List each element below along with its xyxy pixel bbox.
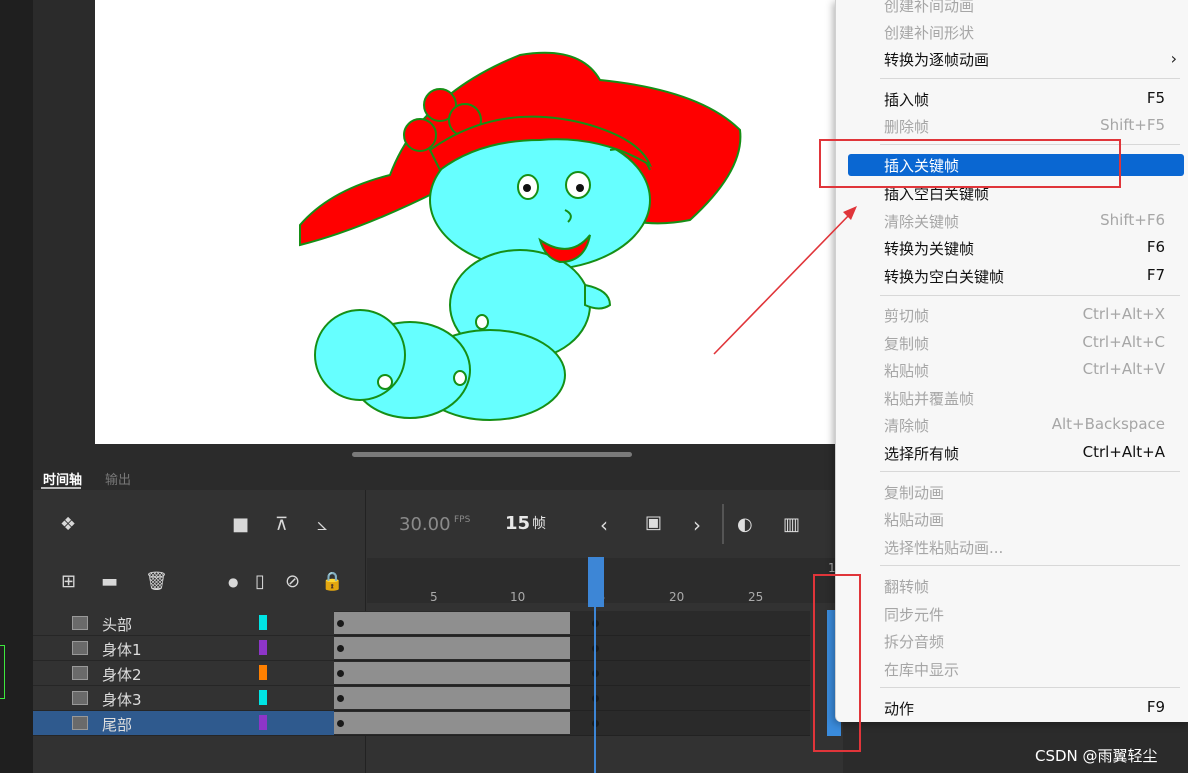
watermark: CSDN @雨翼轻尘 [1035, 747, 1158, 765]
annotation-arrow [713, 206, 857, 355]
